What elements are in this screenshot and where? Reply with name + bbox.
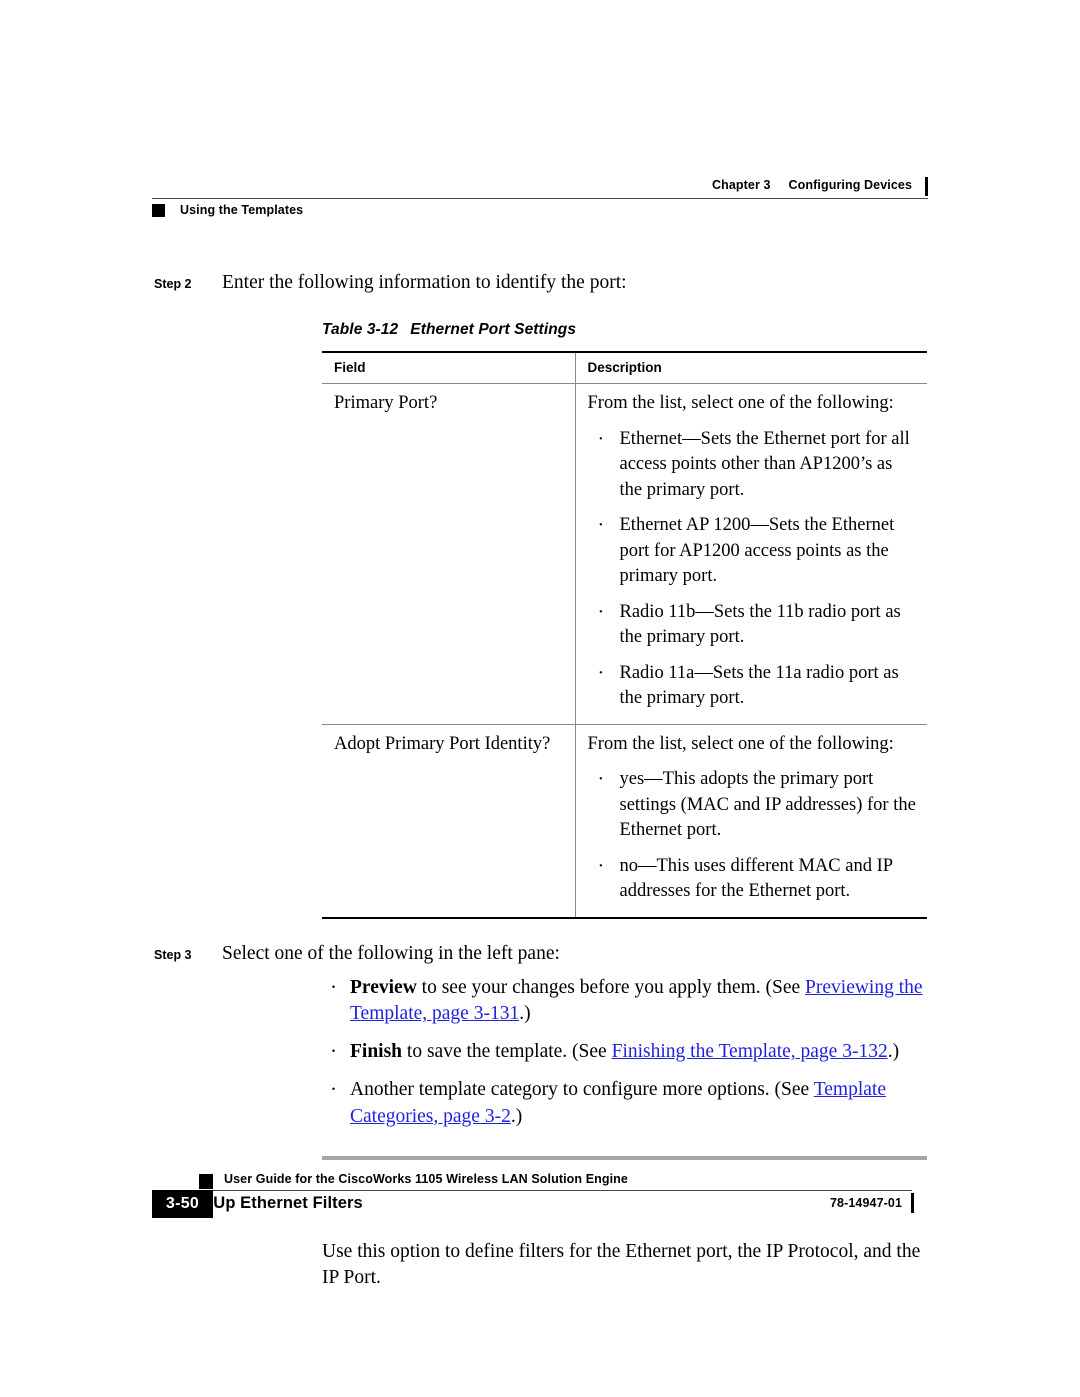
list-item: Another template category to configure m… — [322, 1075, 928, 1129]
option-text-after: .) — [887, 1041, 900, 1063]
table-row: Primary Port? From the list, select one … — [322, 383, 927, 725]
row-description-adopt-primary-port-identity: From the list, select one of the followi… — [574, 724, 927, 919]
footer-doc-title: User Guide for the CiscoWorks 1105 Wirel… — [224, 1172, 628, 1186]
header-chapter-info: Chapter 3 Configuring Devices — [712, 178, 912, 192]
page-header: Chapter 3 Configuring Devices Using the T… — [152, 177, 928, 226]
header-chapter-label: Chapter 3 — [711, 178, 771, 192]
footer-edge-tick-icon — [911, 1193, 914, 1213]
description-lead: From the list, select one of the followi… — [587, 393, 894, 414]
section-paragraph: Use this option to define filters for th… — [322, 1240, 921, 1288]
table-body: Primary Port? From the list, select one … — [322, 383, 927, 919]
step-3: Step 3 Select one of the following in th… — [152, 941, 928, 967]
step-3-text: Select one of the following in the left … — [222, 942, 560, 964]
table-row: Adopt Primary Port Identity? From the li… — [322, 724, 927, 919]
step-3-block: Step 3 Select one of the following in th… — [152, 941, 928, 1130]
table-caption-title: Ethernet Port Settings — [410, 321, 577, 339]
list-item: Ethernet AP 1200—Sets the Ethernet port … — [588, 512, 918, 590]
table-header-row: Field Description — [322, 351, 927, 385]
table-caption: Table 3-12 Ethernet Port Settings — [322, 321, 928, 339]
row-field-adopt-primary-port-identity: Adopt Primary Port Identity? — [322, 724, 575, 919]
page-number: 3-50 — [165, 1195, 200, 1212]
column-header-field: Field — [322, 351, 575, 385]
list-item: Radio 11b—Sets the 11b radio port as the… — [588, 599, 918, 651]
column-header-description: Description — [574, 351, 927, 385]
option-bold-label: Preview — [350, 977, 417, 999]
header-square-icon — [152, 203, 165, 217]
option-text-before: to see your changes before you apply the… — [416, 977, 806, 999]
list-item: no—This uses different MAC and IP addres… — [588, 853, 918, 905]
option-text-after: .) — [519, 1003, 531, 1025]
list-item: yes—This adopts the primary port setting… — [588, 766, 918, 844]
footer-divider — [199, 1190, 912, 1192]
footer-square-icon — [199, 1174, 213, 1189]
page-footer: User Guide for the CiscoWorks 1105 Wirel… — [152, 1168, 928, 1230]
running-head: Using the Templates — [152, 203, 303, 217]
option-text-after: .) — [510, 1105, 523, 1127]
step-2: Step 2 Enter the following information t… — [152, 270, 928, 296]
option-text-before: Another template category to configure m… — [350, 1079, 814, 1101]
header-chapter-title: Configuring Devices — [788, 178, 912, 192]
list-item: Finish to save the template. (See Finish… — [322, 1037, 928, 1065]
step-3-label: Step 3 — [154, 947, 192, 962]
description-options-list: yes—This adopts the primary port setting… — [588, 766, 918, 905]
step-2-text: Enter the following information to ident… — [222, 272, 627, 293]
description-lead: From the list, select one of the followi… — [587, 733, 894, 754]
header-edge-tick-icon — [925, 177, 928, 196]
option-bold-label: Finish — [350, 1041, 403, 1063]
header-divider — [152, 198, 928, 200]
document-page: Chapter 3 Configuring Devices Using the T… — [0, 0, 1080, 1397]
list-item: Preview to see your changes before you a… — [322, 973, 928, 1027]
row-field-primary-port: Primary Port? — [322, 383, 575, 725]
cross-reference-link[interactable]: Finishing the Template, page 3-132 — [612, 1041, 888, 1062]
row-description-primary-port: From the list, select one of the followi… — [574, 383, 927, 725]
option-text-before: to save the template. (See — [402, 1041, 612, 1063]
list-item: Ethernet—Sets the Ethernet port for all … — [588, 426, 918, 504]
running-head-label: Using the Templates — [180, 203, 304, 217]
description-options-list: Ethernet—Sets the Ethernet port for all … — [588, 426, 918, 712]
section-divider — [322, 1155, 927, 1160]
list-item: Radio 11a—Sets the 11a radio port as the… — [588, 660, 918, 712]
ethernet-port-settings-table: Field Description Primary Port? From the… — [322, 351, 927, 919]
step-3-options-list: Preview to see your changes before you a… — [322, 973, 928, 1130]
footer-document-id: 78-14947-01 — [830, 1196, 902, 1210]
page-content: Step 2 Enter the following information t… — [152, 270, 928, 1291]
step-2-label: Step 2 — [154, 277, 192, 291]
table-caption-number: Table 3-12 — [322, 321, 399, 339]
table-header: Field Description — [322, 351, 927, 385]
